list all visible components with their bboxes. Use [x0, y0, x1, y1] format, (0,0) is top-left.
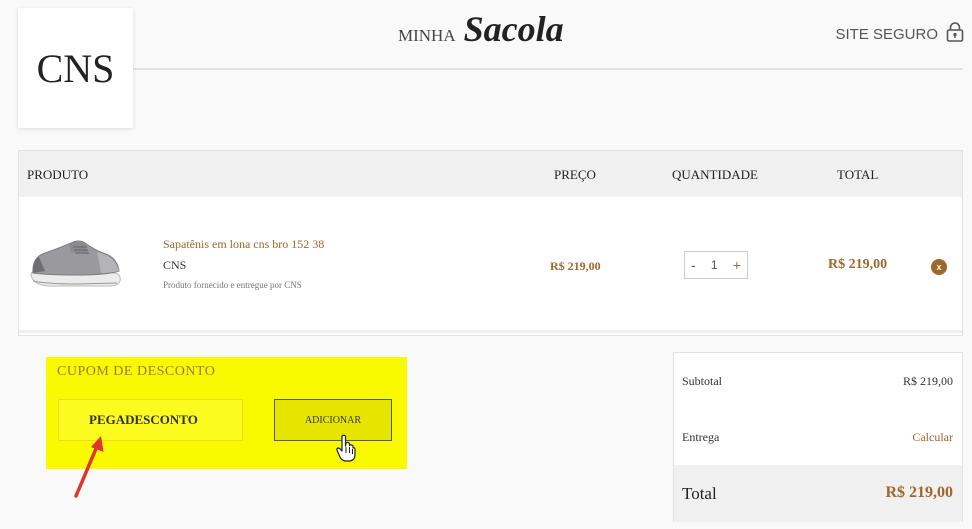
total-value: R$ 219,00	[885, 484, 953, 501]
product-brand: CNS	[163, 258, 187, 272]
secure-site-label: SITE SEGURO	[835, 25, 938, 43]
product-image[interactable]	[27, 235, 123, 293]
quantity-value[interactable]: 1	[711, 258, 718, 272]
subtotal-label: Subtotal	[682, 374, 723, 388]
cart-table: PRODUTO PREÇO QUANTIDADE TOTAL Sapatênis…	[18, 150, 963, 336]
lock-icon	[946, 22, 964, 46]
total-label: Total	[682, 484, 717, 503]
logo-text: CNS	[36, 45, 115, 91]
product-seller-note: Produto fornecido e entregue por CNS	[163, 280, 302, 290]
column-header-price: PREÇO	[554, 167, 596, 182]
order-summary: Subtotal R$ 219,00 Entrega Calcular Tota…	[673, 352, 963, 522]
delivery-label: Entrega	[682, 430, 720, 444]
item-total-price: R$ 219,00	[828, 257, 888, 272]
column-header-quantity: QUANTIDADE	[672, 167, 758, 182]
column-header-total: TOTAL	[837, 167, 879, 182]
store-logo[interactable]: CNS	[18, 8, 133, 128]
hand-pointer-icon	[336, 434, 356, 467]
header-divider	[133, 68, 963, 70]
summary-total-row: Total R$ 219,00	[674, 465, 962, 522]
product-name-link[interactable]: Sapatênis em lona cns bro 152 38	[163, 237, 324, 252]
quantity-decrease-button[interactable]: -	[691, 257, 696, 273]
add-coupon-button[interactable]: ADICIONAR	[274, 399, 392, 441]
quantity-increase-button[interactable]: +	[733, 257, 741, 273]
secure-site-badge: SITE SEGURO	[835, 22, 964, 46]
cart-item-row: Sapatênis em lona cns bro 152 38 CNS Pro…	[19, 197, 962, 333]
item-unit-price: R$ 219,00	[550, 259, 601, 273]
annotation-arrow-icon	[70, 430, 110, 505]
page-title-prefix: MINHA	[398, 26, 456, 45]
coupon-title: CUPOM DE DESCONTO	[57, 364, 216, 379]
cart-table-header: PRODUTO PREÇO QUANTIDADE TOTAL	[19, 151, 962, 197]
column-header-product: PRODUTO	[27, 167, 89, 182]
quantity-stepper: - 1 +	[684, 251, 748, 279]
page-title: MINHA Sacola	[398, 8, 564, 49]
page-title-main: Sacola	[463, 9, 564, 49]
calculate-shipping-link[interactable]: Calcular	[912, 430, 953, 445]
subtotal-value: R$ 219,00	[902, 374, 953, 388]
remove-item-button[interactable]: x	[931, 259, 947, 275]
